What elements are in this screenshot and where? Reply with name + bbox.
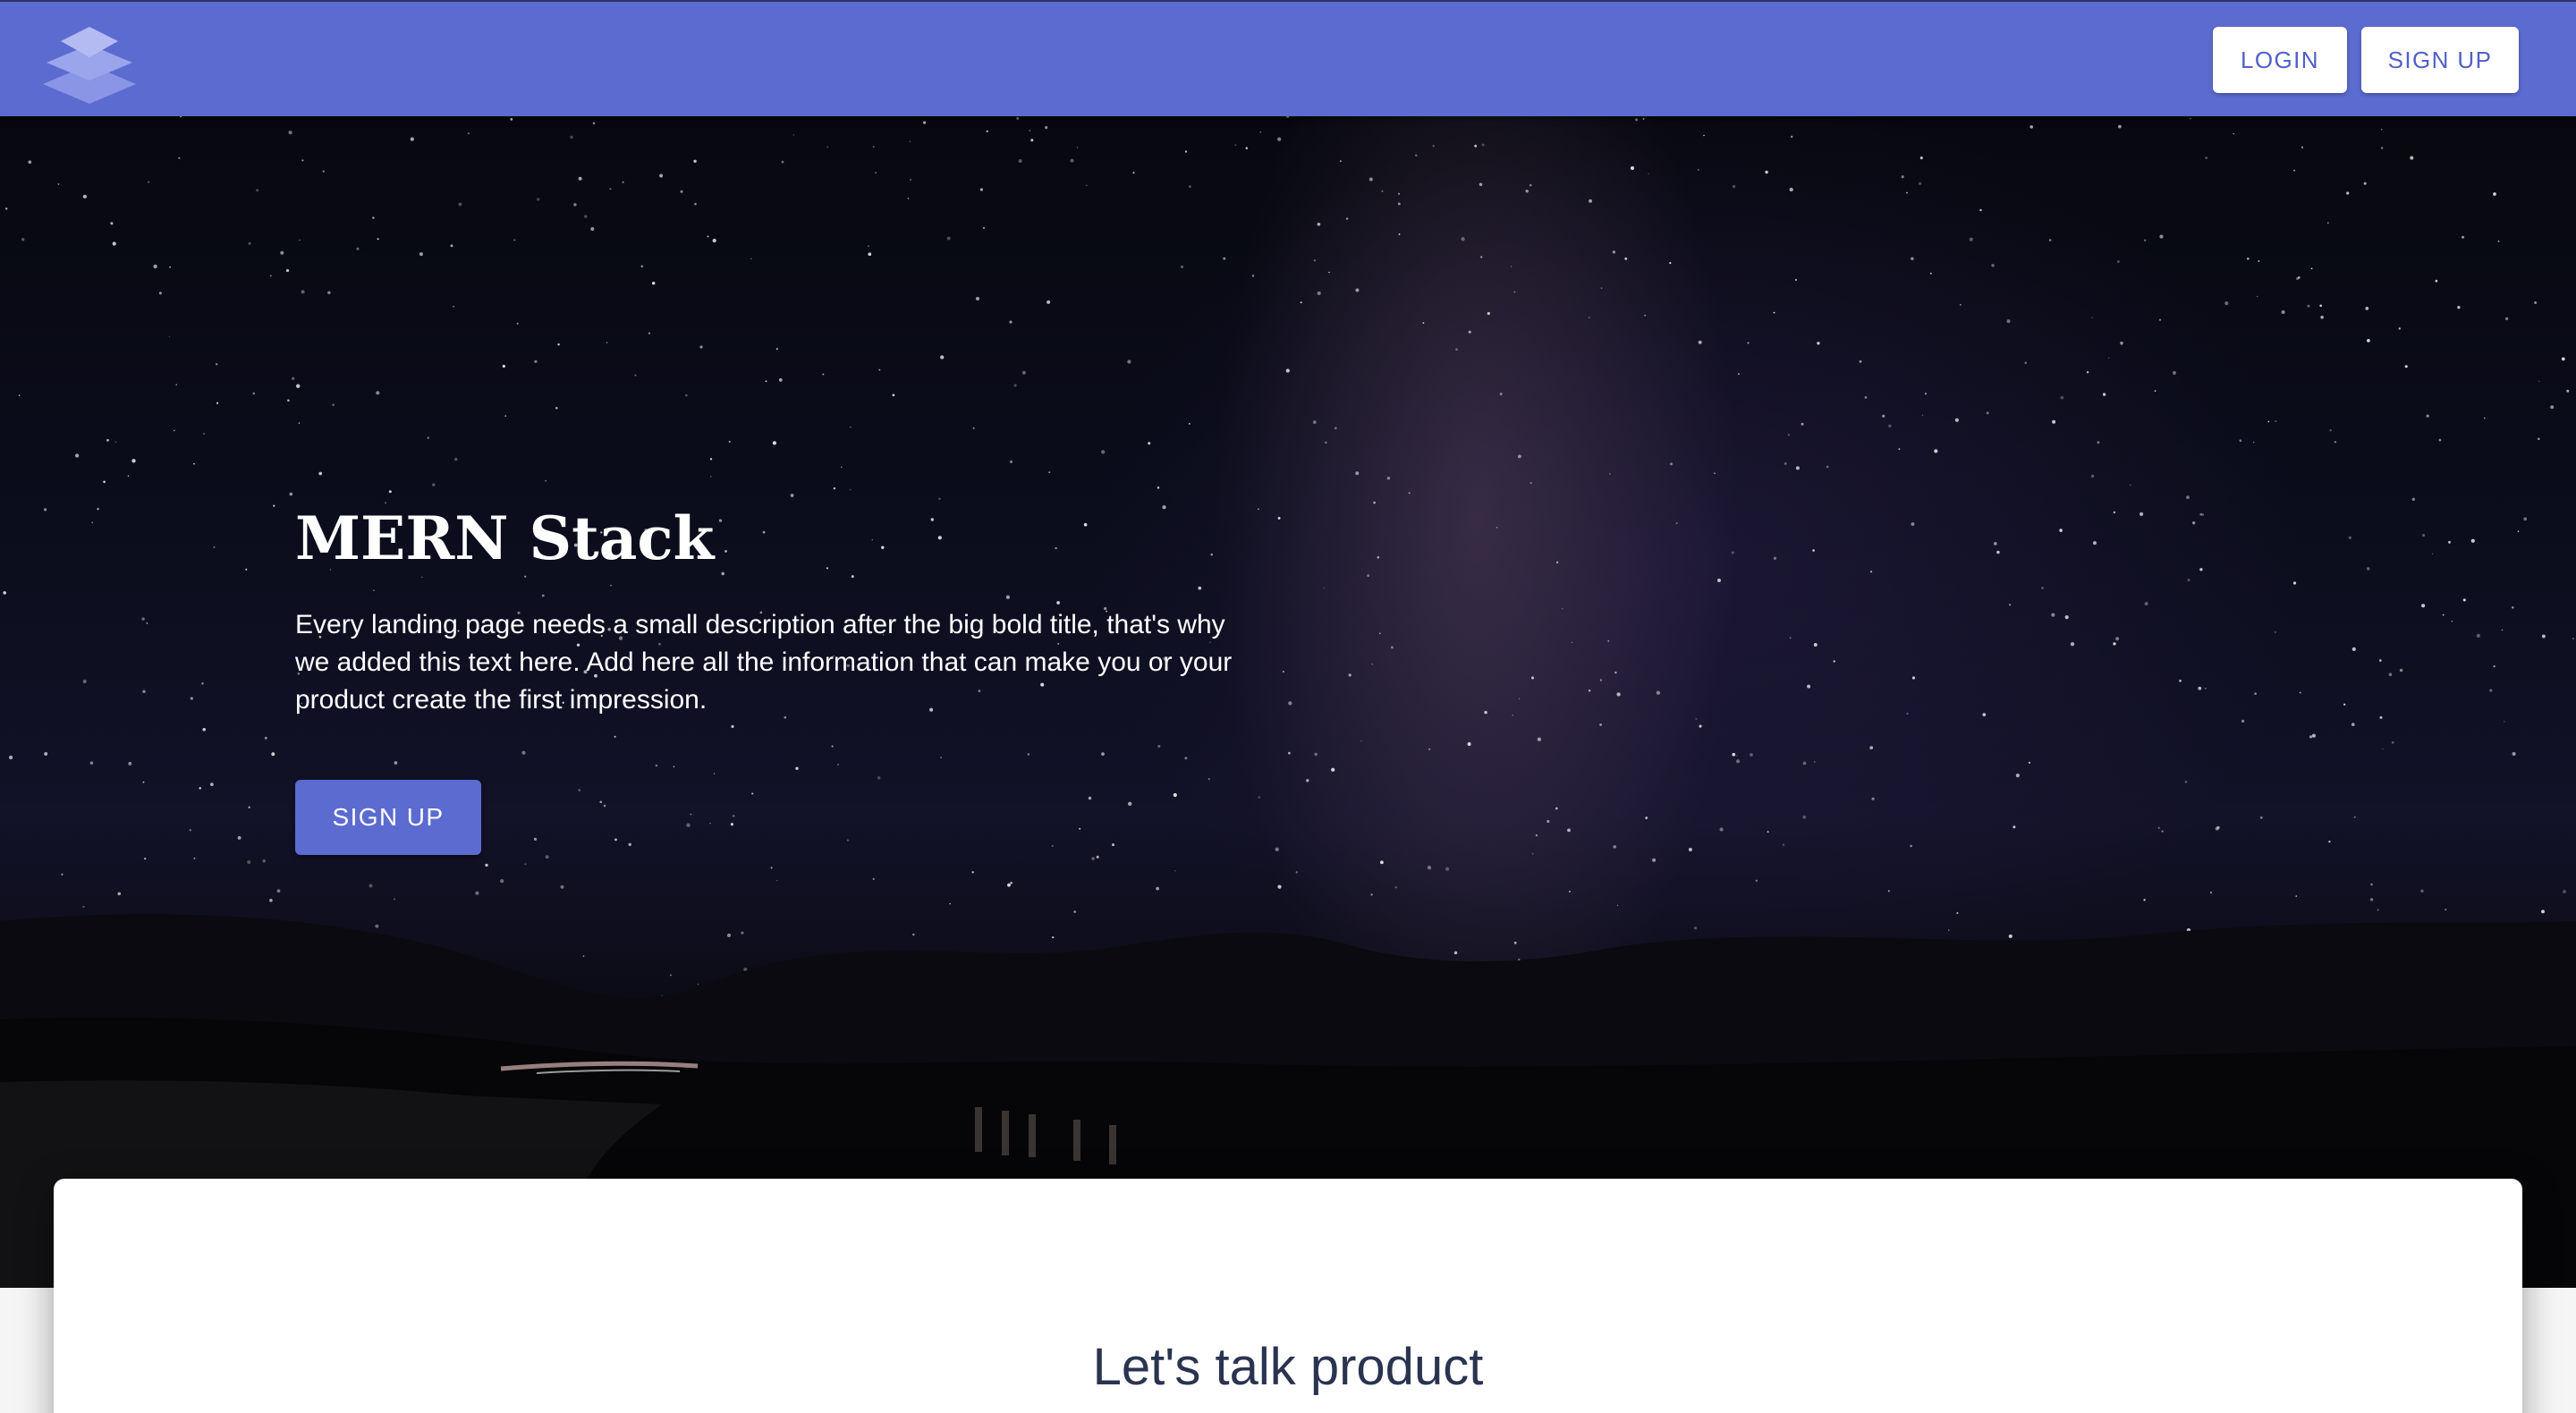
login-button[interactable]: LOGIN — [2213, 27, 2347, 93]
signup-button[interactable]: SIGN UP — [2361, 27, 2519, 93]
top-app-bar: LOGIN SIGN UP — [0, 0, 2576, 116]
hero-title: MERN Stack — [295, 503, 715, 573]
hero-description: Every landing page needs a small descrip… — [295, 610, 1233, 715]
content-card: Let's talk product — [54, 1179, 2522, 1413]
hero-section: MERN Stack Every landing page needs a sm… — [0, 116, 2576, 1288]
hero-signup-button[interactable]: SIGN UP — [295, 780, 481, 855]
layers-icon[interactable] — [39, 25, 140, 104]
landing-page: LOGIN SIGN UP MERN Stack Every landing p… — [0, 0, 2576, 1413]
section-title: Let's talk product — [1092, 1338, 1484, 1396]
